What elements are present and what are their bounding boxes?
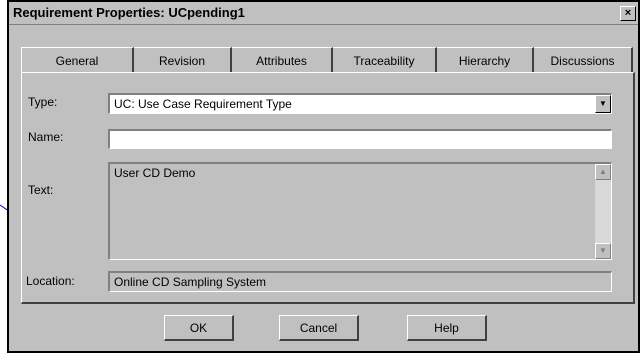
text-value: User CD Demo	[114, 166, 196, 180]
location-value: Online CD Sampling System	[114, 275, 267, 289]
tab-hierarchy[interactable]: Hierarchy	[437, 47, 534, 73]
title-bar: Requirement Properties: UCpending1 ×	[9, 2, 638, 25]
close-button[interactable]: ×	[620, 6, 636, 21]
tab-attributes[interactable]: Attributes	[232, 47, 333, 73]
dropdown-arrow-icon[interactable]: ▼	[595, 95, 611, 113]
name-label: Name:	[28, 130, 64, 144]
type-label: Type:	[28, 95, 58, 109]
general-tab-panel: Type: UC: Use Case Requirement Type ▼ Na…	[21, 72, 635, 304]
tab-strip: General Revision Attributes Traceability…	[21, 47, 635, 73]
cancel-button[interactable]: Cancel	[279, 315, 359, 341]
text-scrollbar[interactable]: ▲ ▼	[595, 164, 611, 259]
tab-general[interactable]: General	[21, 47, 134, 73]
type-value: UC: Use Case Requirement Type	[114, 97, 292, 111]
ok-button[interactable]: OK	[164, 315, 234, 341]
help-button[interactable]: Help	[407, 315, 487, 341]
tab-revision[interactable]: Revision	[134, 47, 232, 73]
text-area[interactable]: User CD Demo ▲ ▼	[108, 162, 612, 260]
location-label: Location:	[26, 274, 75, 288]
name-field[interactable]	[108, 129, 612, 149]
scroll-up-icon[interactable]: ▲	[595, 164, 611, 180]
location-field: Online CD Sampling System	[108, 271, 612, 292]
tab-discussions[interactable]: Discussions	[534, 47, 633, 73]
text-label: Text:	[28, 183, 54, 197]
window-title: Requirement Properties: UCpending1	[13, 5, 245, 20]
requirement-properties-dialog: Requirement Properties: UCpending1 × Gen…	[7, 0, 640, 353]
type-dropdown[interactable]: UC: Use Case Requirement Type ▼	[108, 93, 612, 114]
tab-traceability[interactable]: Traceability	[333, 47, 437, 73]
scroll-down-icon[interactable]: ▼	[595, 243, 611, 259]
